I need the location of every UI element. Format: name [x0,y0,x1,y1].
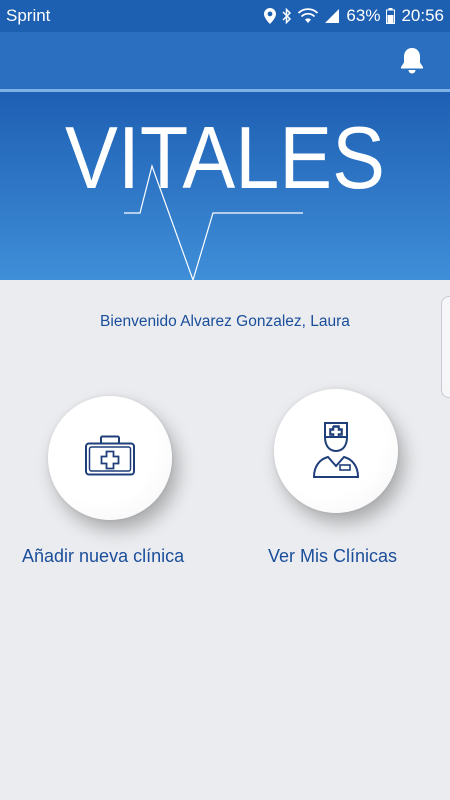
clock-time: 20:56 [401,6,444,25]
welcome-message: Bienvenido Alvarez Gonzalez, Laura [100,313,350,330]
wifi-icon [298,8,319,24]
header-banner: VITALES [0,92,450,280]
add-clinic-label[interactable]: Añadir nueva clínica [22,546,184,567]
battery-percent: 63% [346,6,381,25]
carrier-name: Sprint [6,6,51,25]
medical-kit-icon [84,435,136,482]
vitales-logo: VITALES [65,108,385,280]
logo-text: VITALES [65,108,385,207]
doctor-icon [311,419,361,484]
status-bar: Sprint 63% 20:56 [0,0,450,32]
my-clinics-label[interactable]: Ver Mis Clínicas [268,546,397,567]
location-icon [264,8,277,24]
notification-bell-icon[interactable] [399,46,425,74]
bluetooth-icon [282,8,292,24]
my-clinics-button[interactable] [274,389,398,513]
signal-icon [324,8,340,24]
add-clinic-button[interactable] [48,396,172,520]
battery-icon [386,8,396,24]
app-bar [0,32,450,90]
side-drawer-handle[interactable] [441,296,450,398]
status-indicators: 63% 20:56 [264,6,444,26]
